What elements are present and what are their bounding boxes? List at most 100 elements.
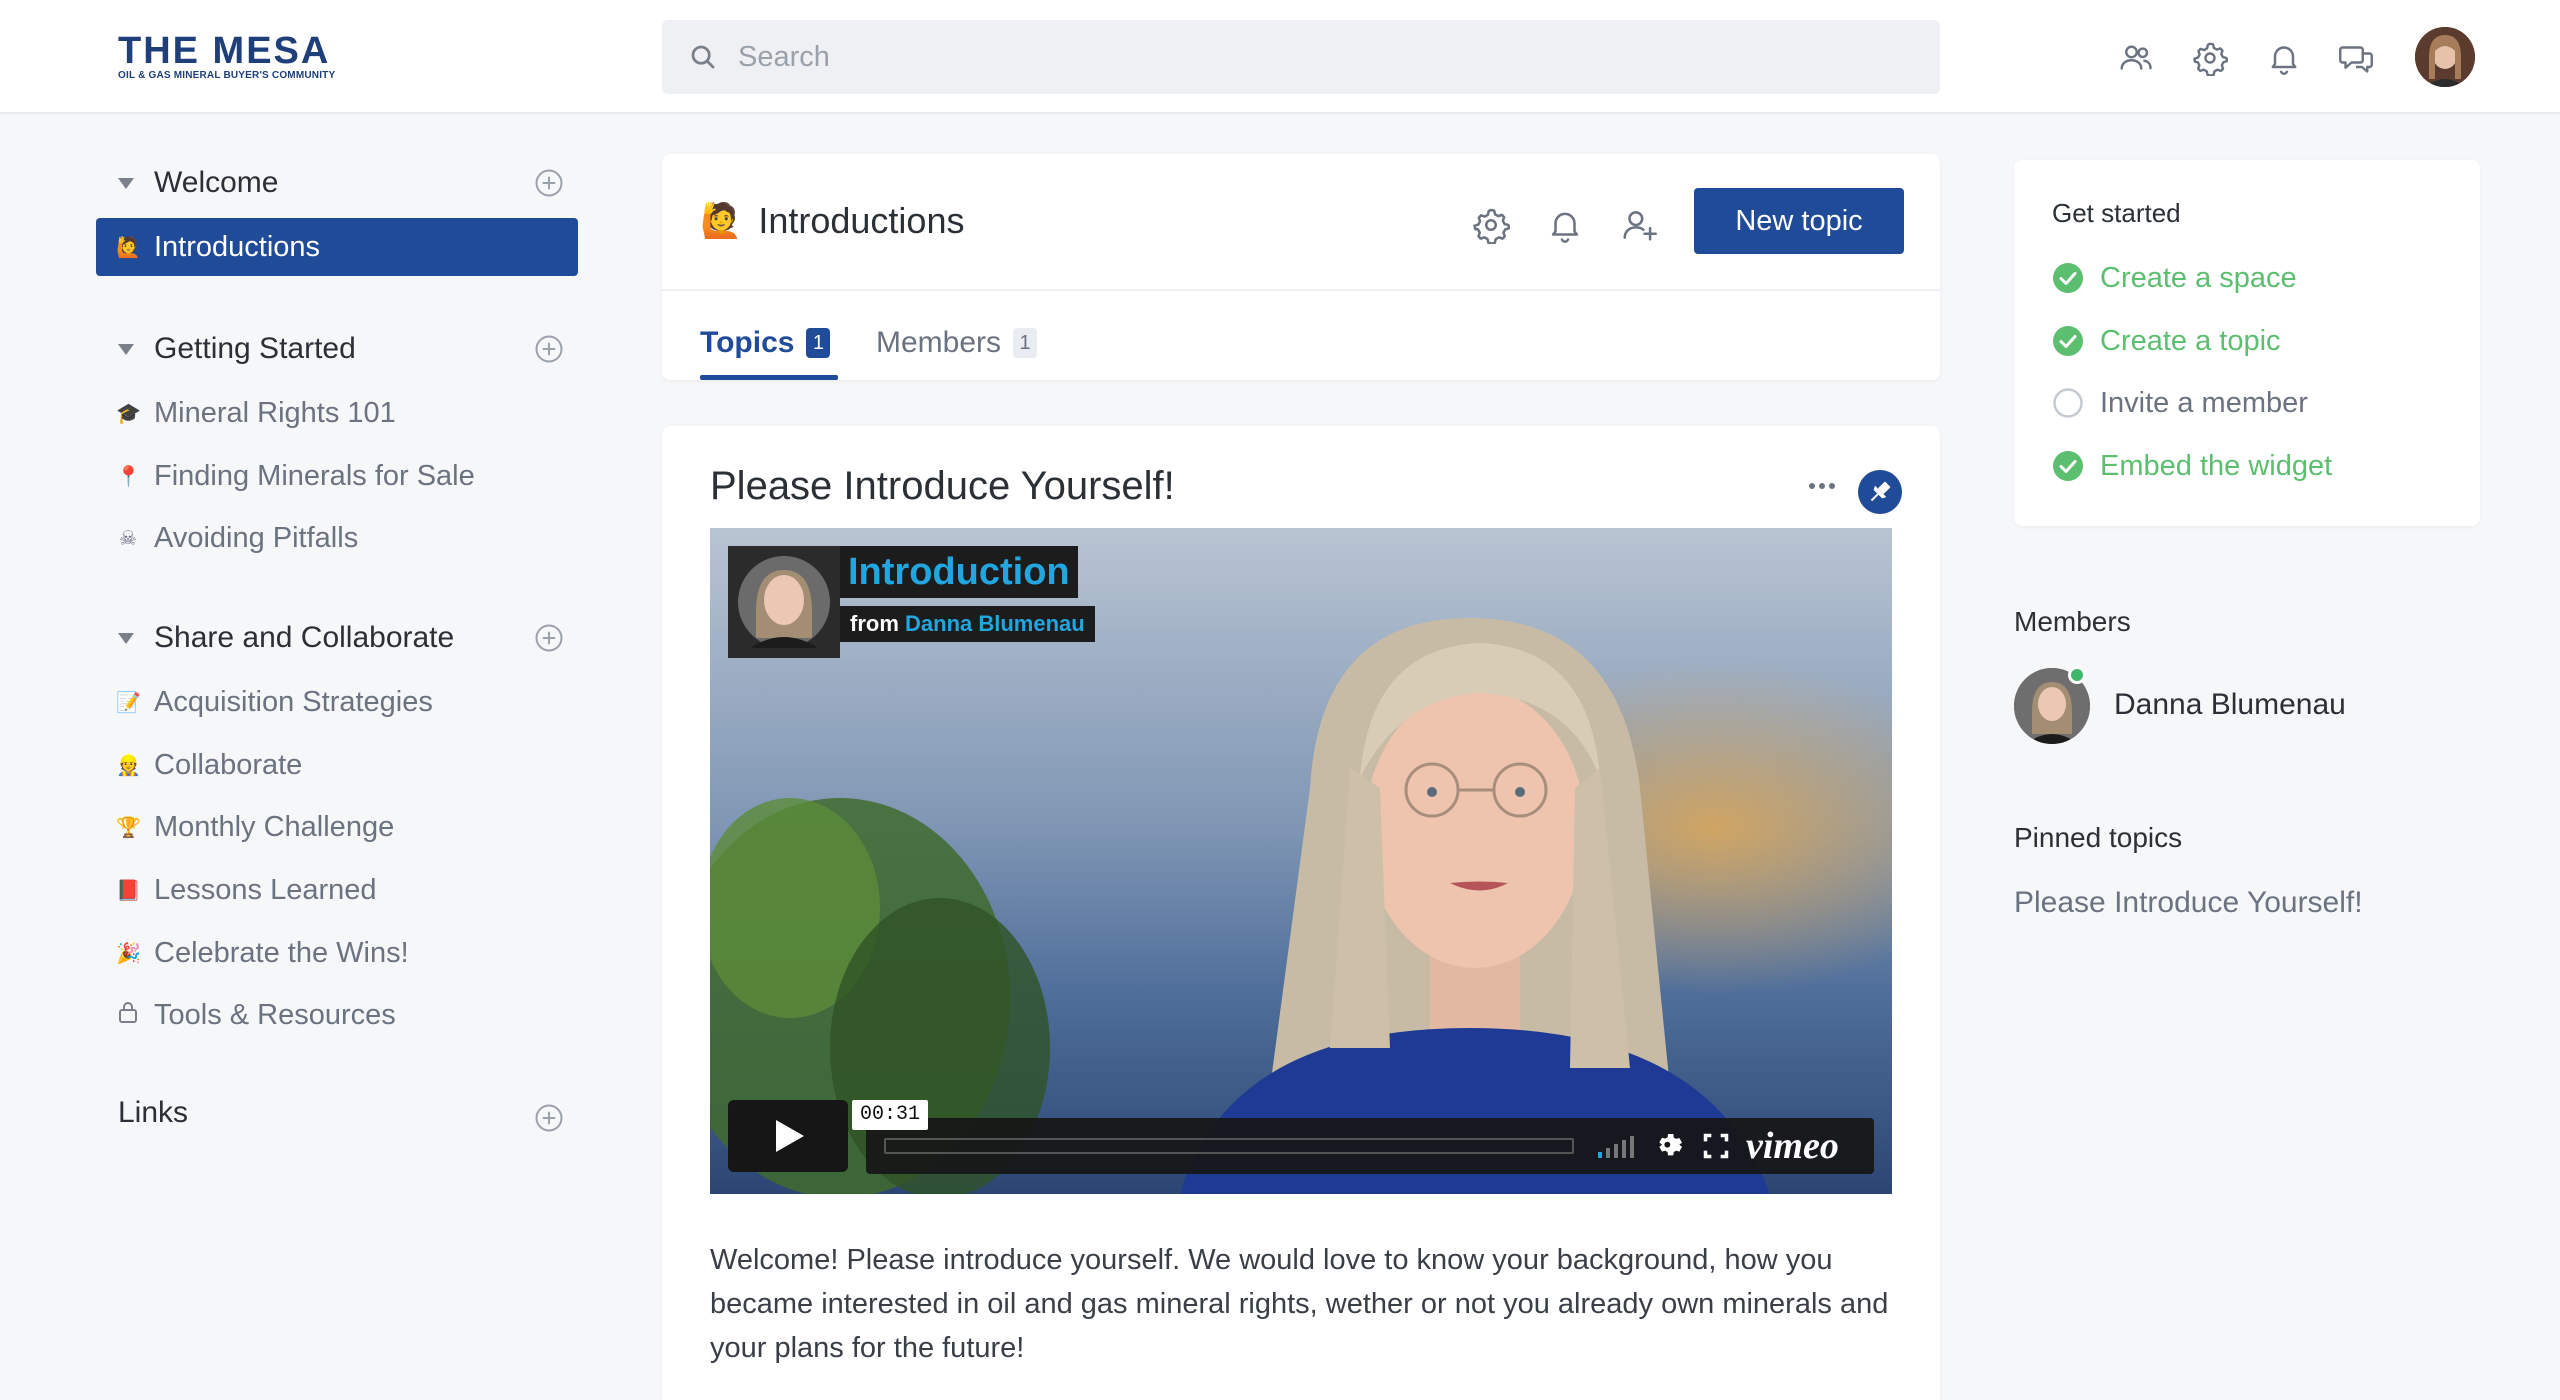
memo-icon: 📝 xyxy=(116,691,141,714)
sidebar-item-label: Finding Minerals for Sale xyxy=(154,459,475,492)
sidebar-item-celebrate-the-wins[interactable]: 🎉 Celebrate the Wins! xyxy=(96,924,578,982)
vimeo-logo[interactable]: vimeo xyxy=(1746,1124,1839,1168)
video-progress-bar[interactable] xyxy=(884,1138,1574,1154)
pinned-button[interactable] xyxy=(1858,470,1902,514)
gear-icon[interactable] xyxy=(1472,206,1510,244)
new-topic-button[interactable]: New topic xyxy=(1694,188,1904,254)
volume-icon[interactable] xyxy=(1596,1134,1640,1158)
add-circle-icon[interactable] xyxy=(534,1103,564,1133)
post-title[interactable]: Please Introduce Yourself! xyxy=(710,464,1175,509)
tab-topics[interactable]: Topics 1 xyxy=(700,324,831,362)
brand-tagline: OIL & GAS MINERAL BUYER'S COMMUNITY xyxy=(118,70,336,81)
lock-icon xyxy=(116,1000,140,1030)
checklist-invite-member[interactable]: Invite a member xyxy=(2052,385,2308,421)
search-input[interactable] xyxy=(738,20,1918,94)
section-getting-started[interactable]: Getting Started xyxy=(118,329,356,369)
sidebar-item-label: Tools & Resources xyxy=(154,998,396,1031)
space-header-card: 🙋 Introductions New topic Topics 1 Membe… xyxy=(662,154,1940,380)
brand-logo[interactable]: THE MESA OIL & GAS MINERAL BUYER'S COMMU… xyxy=(118,32,348,84)
add-member-icon[interactable] xyxy=(1620,206,1658,244)
sidebar-item-label: Avoiding Pitfalls xyxy=(154,521,359,554)
divider xyxy=(662,289,1940,291)
sidebar-item-monthly-challenge[interactable]: 🏆 Monthly Challenge xyxy=(96,798,578,856)
pin-icon xyxy=(1870,481,1891,502)
sidebar-item-mineral-rights-101[interactable]: 🎓 Mineral Rights 101 xyxy=(96,384,578,442)
sidebar-item-label: Collaborate xyxy=(154,748,303,781)
add-circle-icon[interactable] xyxy=(534,168,564,198)
section-title: Welcome xyxy=(154,166,279,199)
skull-icon: ☠ xyxy=(119,527,137,550)
sidebar-item-label: Lessons Learned xyxy=(154,873,377,906)
add-circle-icon[interactable] xyxy=(534,623,564,653)
video-byline: from Danna Blumenau xyxy=(840,606,1095,642)
bell-icon[interactable] xyxy=(1546,206,1584,244)
checklist-label: Create a space xyxy=(2100,261,2297,294)
space-title-text: Introductions xyxy=(758,200,965,241)
post-body: Welcome! Please introduce yourself. We w… xyxy=(710,1244,1889,1364)
brand-name: THE MESA xyxy=(118,30,331,72)
add-circle-icon[interactable] xyxy=(534,334,564,364)
video-author-name[interactable]: Danna Blumenau xyxy=(905,611,1085,636)
tab-members[interactable]: Members 1 xyxy=(876,324,1038,362)
red-book-icon: 📕 xyxy=(116,879,141,902)
sidebar-item-tools-and-resources[interactable]: Tools & Resources xyxy=(96,986,578,1044)
tab-count-badge: 1 xyxy=(1013,328,1038,358)
video-control-bar: vimeo xyxy=(866,1118,1874,1174)
checklist-label: Create a topic xyxy=(2100,324,2281,357)
trophy-icon: 🏆 xyxy=(116,816,141,839)
online-status-dot xyxy=(2068,666,2086,684)
checklist-create-space[interactable]: Create a space xyxy=(2052,260,2297,296)
chat-icon[interactable] xyxy=(2338,40,2374,76)
search-bar[interactable] xyxy=(662,20,1940,94)
sidebar-item-acquisition-strategies[interactable]: 📝 Acquisition Strategies xyxy=(96,673,578,731)
tab-label: Members xyxy=(876,326,1002,359)
sidebar-item-avoiding-pitfalls[interactable]: ☠ Avoiding Pitfalls xyxy=(96,509,578,567)
pin-icon: 📍 xyxy=(116,465,141,488)
tab-label: Topics xyxy=(700,326,795,359)
sidebar-item-introductions[interactable]: 🙋 Introductions xyxy=(96,218,578,276)
checklist-create-topic[interactable]: Create a topic xyxy=(2052,323,2281,359)
empty-circle-icon xyxy=(2053,388,2083,418)
sidebar-item-label: Mineral Rights 101 xyxy=(154,396,396,429)
get-started-title: Get started xyxy=(2052,198,2181,228)
sidebar-item-label: Introductions xyxy=(154,230,321,263)
caret-down-icon xyxy=(118,177,134,189)
get-started-card: Get started Create a space Create a topi… xyxy=(2014,160,2480,526)
pinned-topic-link[interactable]: Please Introduce Yourself! xyxy=(2014,886,2363,920)
sidebar-item-lessons-learned[interactable]: 📕 Lessons Learned xyxy=(96,861,578,919)
bell-icon[interactable] xyxy=(2266,40,2302,76)
check-circle-icon xyxy=(2053,326,2083,356)
pinned-topics-title: Pinned topics xyxy=(2014,822,2183,853)
sidebar-item-collaborate[interactable]: 👷 Collaborate xyxy=(96,736,578,794)
section-title: Share and Collaborate xyxy=(154,621,455,654)
graduation-cap-icon: 🎓 xyxy=(116,402,141,425)
tab-count-badge: 1 xyxy=(806,328,831,358)
checklist-label: Invite a member xyxy=(2100,386,2308,419)
raising-hand-icon: 🙋 xyxy=(116,236,141,259)
active-tab-indicator xyxy=(700,375,838,380)
video-from-prefix: from xyxy=(850,611,899,636)
video-title: Introduction xyxy=(840,546,1078,598)
caret-down-icon xyxy=(118,343,134,355)
play-button[interactable] xyxy=(728,1100,848,1172)
avatar[interactable] xyxy=(2415,27,2475,87)
checklist-embed-widget[interactable]: Embed the widget xyxy=(2052,448,2332,484)
section-title: Getting Started xyxy=(154,332,356,365)
links-section-title[interactable]: Links xyxy=(118,1096,188,1130)
party-popper-icon: 🎉 xyxy=(116,942,141,965)
settings-gear-icon[interactable] xyxy=(1654,1130,1686,1162)
sidebar-item-finding-minerals[interactable]: 📍 Finding Minerals for Sale xyxy=(96,447,578,505)
gear-icon[interactable] xyxy=(2192,40,2228,76)
video-player[interactable]: Introduction from Danna Blumenau vimeo 0… xyxy=(710,528,1892,1194)
check-circle-icon xyxy=(2053,263,2083,293)
member-name[interactable]: Danna Blumenau xyxy=(2114,688,2346,722)
fullscreen-icon[interactable] xyxy=(1702,1132,1730,1160)
worker-icon: 👷 xyxy=(116,754,141,777)
search-icon xyxy=(691,45,715,69)
sidebar-item-label: Acquisition Strategies xyxy=(154,685,433,718)
section-welcome[interactable]: Welcome xyxy=(118,163,278,203)
members-icon[interactable] xyxy=(2118,40,2154,76)
more-options-icon[interactable] xyxy=(1804,474,1840,498)
section-share-and-collaborate[interactable]: Share and Collaborate xyxy=(118,618,454,658)
video-author-avatar xyxy=(728,546,840,658)
